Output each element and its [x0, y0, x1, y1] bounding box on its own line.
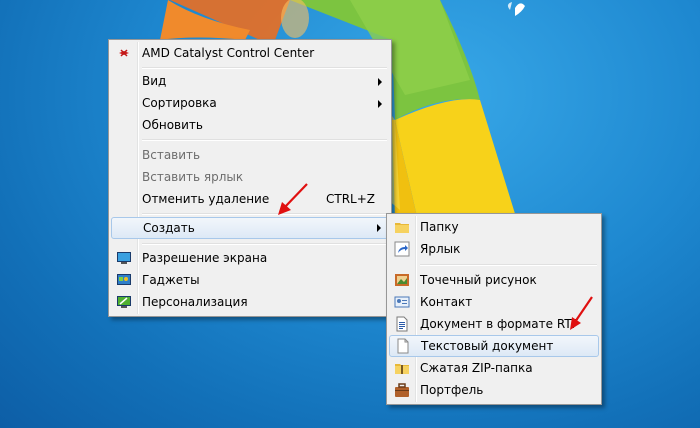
menu-item-refresh[interactable]: Обновить [111, 114, 389, 136]
menu-item-amd-catalyst[interactable]: AMD Catalyst Control Center [111, 42, 389, 64]
submenu-item-folder[interactable]: Папку [389, 216, 599, 238]
display-icon [116, 250, 132, 266]
menu-item-label: Сортировка [142, 96, 217, 110]
menu-item-label: Сжатая ZIP-папка [420, 361, 533, 375]
submenu-item-shortcut[interactable]: Ярлык [389, 238, 599, 260]
menu-item-label: Контакт [420, 295, 473, 309]
menu-item-label: Персонализация [142, 295, 248, 309]
menu-item-label: Текстовый документ [421, 339, 554, 353]
gadgets-icon [116, 272, 132, 288]
menu-item-label: Создать [143, 221, 195, 235]
menu-item-label: Портфель [420, 383, 484, 397]
submenu-item-zip-folder[interactable]: Сжатая ZIP-папка [389, 357, 599, 379]
shortcut-text: CTRL+Z [325, 192, 375, 206]
annotation-arrow-create [278, 183, 308, 215]
menu-item-undo-delete[interactable]: Отменить удаление CTRL+Z [111, 188, 389, 210]
personalize-icon [116, 294, 132, 310]
menu-item-screen-resolution[interactable]: Разрешение экрана [111, 247, 389, 269]
menu-item-view[interactable]: Вид [111, 70, 389, 92]
menu-item-label: Вид [142, 74, 167, 88]
text-document-icon [395, 338, 411, 354]
menu-item-label: Вставить ярлык [142, 170, 244, 184]
amd-icon [116, 45, 132, 61]
submenu-item-text-document[interactable]: Текстовый документ [389, 335, 599, 357]
zip-folder-icon [394, 360, 410, 376]
menu-item-paste[interactable]: Вставить [111, 144, 389, 166]
menu-item-sort[interactable]: Сортировка [111, 92, 389, 114]
menu-item-paste-shortcut[interactable]: Вставить ярлык [111, 166, 389, 188]
menu-item-personalize[interactable]: Персонализация [111, 291, 389, 313]
menu-item-label: Ярлык [420, 242, 461, 256]
submenu-item-bitmap[interactable]: Точечный рисунок [389, 269, 599, 291]
submenu-item-briefcase[interactable]: Портфель [389, 379, 599, 401]
folder-icon [394, 219, 410, 235]
menu-separator [420, 264, 597, 266]
contact-icon [394, 294, 410, 310]
menu-item-label: Обновить [142, 118, 203, 132]
menu-separator [142, 67, 387, 69]
bitmap-icon [394, 272, 410, 288]
rtf-document-icon [394, 316, 410, 332]
menu-item-gadgets[interactable]: Гаджеты [111, 269, 389, 291]
submenu-arrow-icon [377, 224, 381, 232]
menu-separator [142, 139, 387, 141]
annotation-arrow-text-document [570, 296, 593, 330]
menu-item-label: Разрешение экрана [142, 251, 268, 265]
menu-item-label: Вставить [142, 148, 201, 162]
submenu-arrow-icon [378, 100, 382, 108]
menu-item-label: Отменить удаление [142, 192, 270, 206]
menu-separator [142, 213, 387, 215]
menu-item-label: Точечный рисунок [420, 273, 537, 287]
menu-item-create[interactable]: Создать [111, 217, 389, 239]
menu-separator [142, 243, 387, 245]
menu-item-label: AMD Catalyst Control Center [142, 46, 315, 60]
shortcut-icon [394, 241, 410, 257]
briefcase-icon [394, 382, 410, 398]
menu-item-label: Гаджеты [142, 273, 200, 287]
menu-item-label: Документ в формате RTF [420, 317, 579, 331]
menu-item-label: Папку [420, 220, 459, 234]
submenu-arrow-icon [378, 78, 382, 86]
desktop-context-menu: AMD Catalyst Control Center Вид Сортиров… [108, 39, 392, 317]
